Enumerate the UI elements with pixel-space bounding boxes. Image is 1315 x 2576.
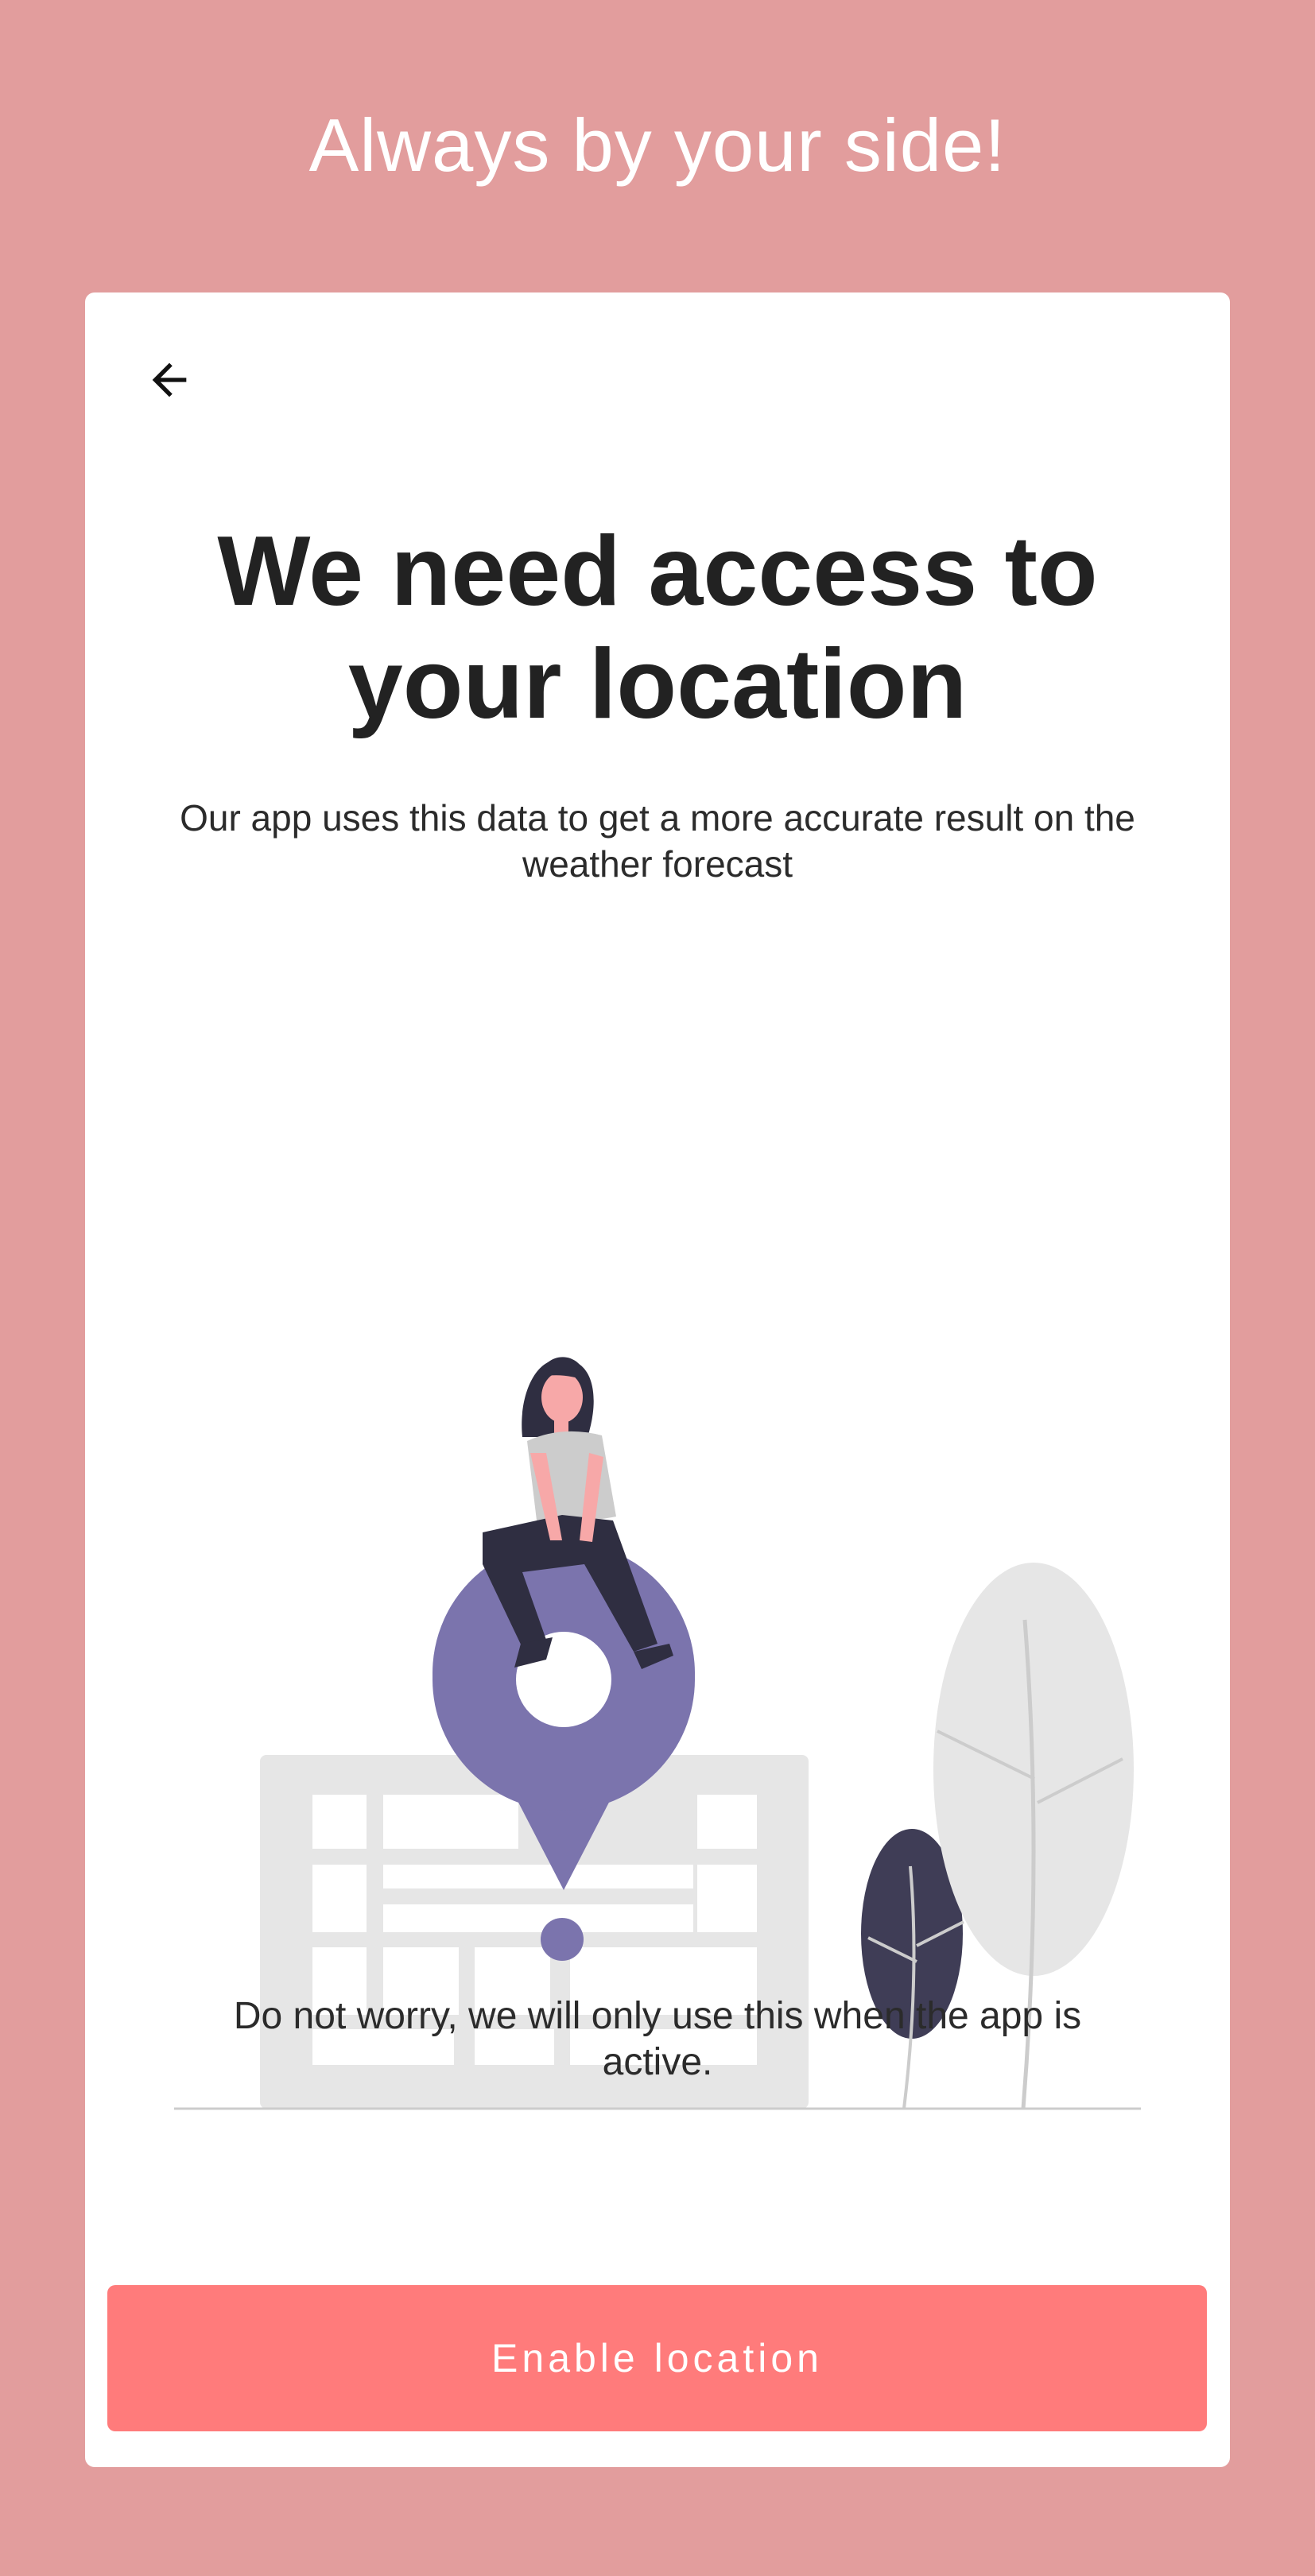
page-subtitle: Our app uses this data to get a more acc… [180,797,1135,885]
enable-location-button[interactable]: Enable location [107,2285,1207,2431]
permission-card: We need access to your location Our app … [85,292,1230,2467]
back-button[interactable] [131,342,208,418]
arrow-left-icon [152,362,187,397]
page-heading: We need access to your location [217,517,1098,739]
location-illustration [174,1357,1141,2110]
privacy-note: Do not worry, we will only use this when… [233,1995,1082,2083]
screen-title: Always by your side! [308,103,1007,187]
